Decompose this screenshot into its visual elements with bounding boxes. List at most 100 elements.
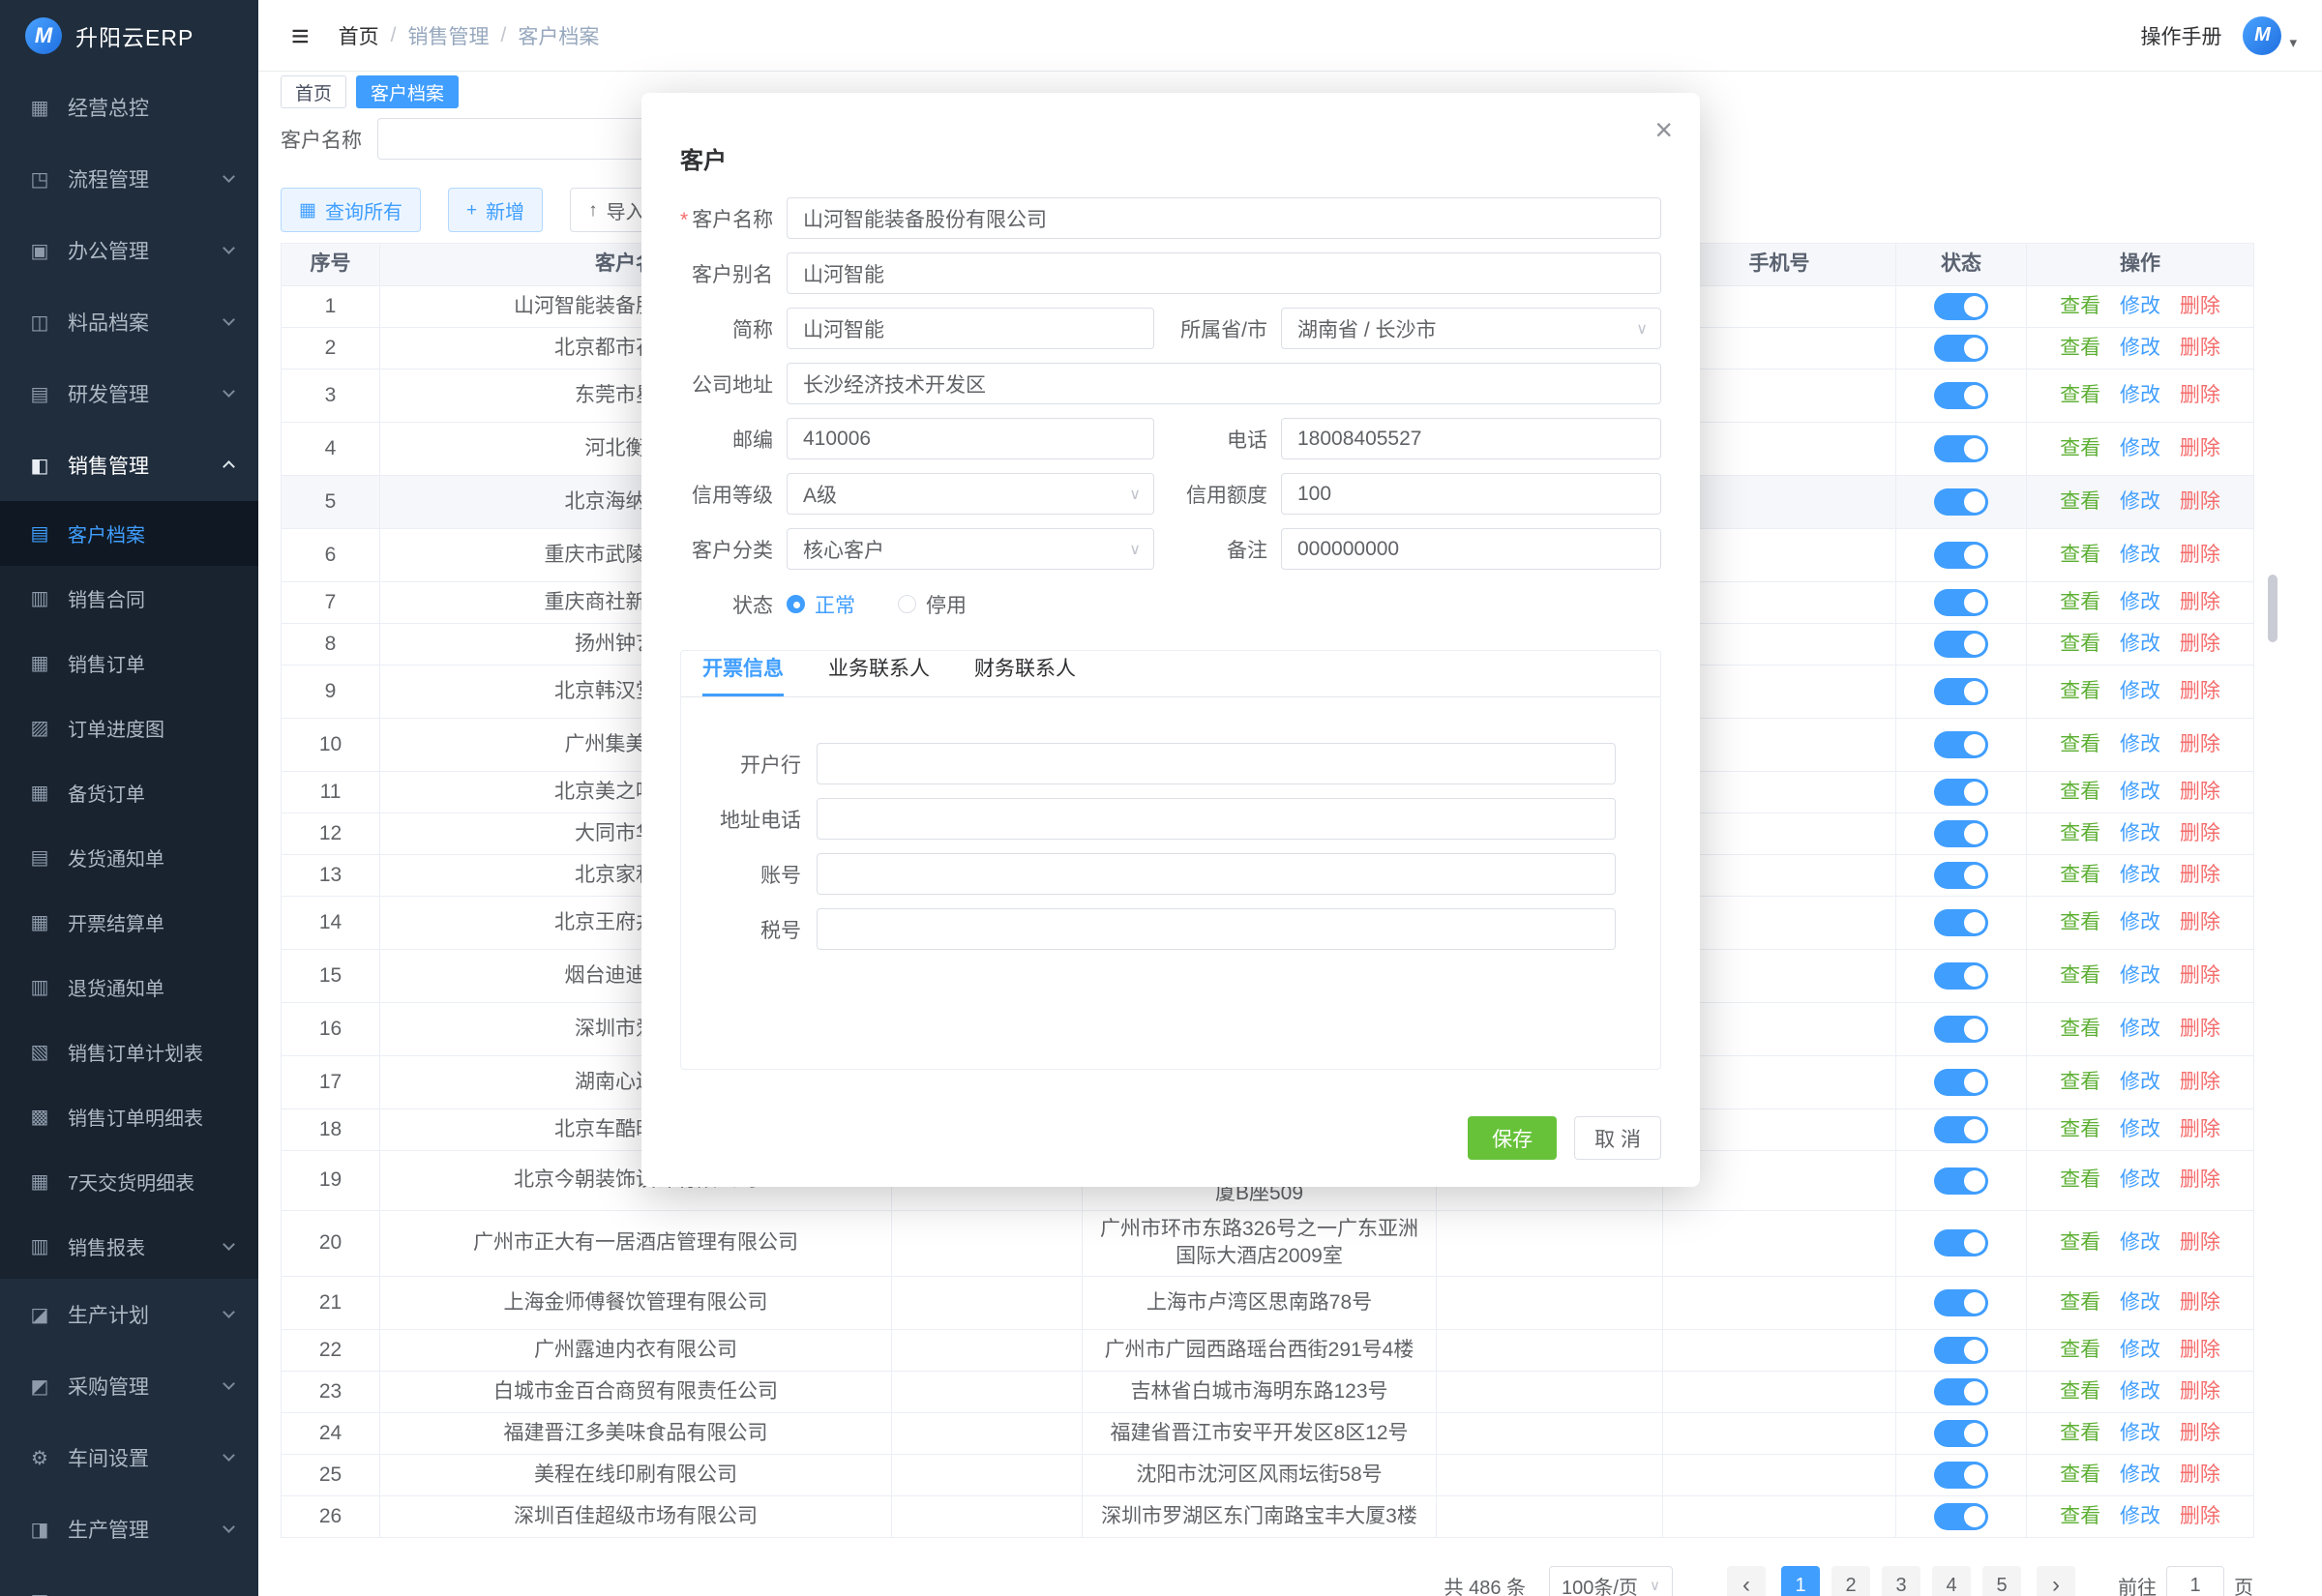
status-toggle[interactable] (1934, 962, 1988, 990)
view-link[interactable]: 查看 (2060, 337, 2100, 359)
manual-link[interactable]: 操作手册 (2140, 21, 2221, 50)
sidebar-item[interactable]: ▦ 经营总控 (0, 72, 258, 143)
delete-link[interactable]: 删除 (2180, 1231, 2220, 1254)
page-number-button[interactable]: 1 (1781, 1566, 1820, 1596)
view-link[interactable]: 查看 (2060, 1018, 2100, 1040)
delete-link[interactable]: 删除 (2180, 1291, 2220, 1314)
credit-level-select[interactable]: ∨ (787, 473, 1154, 515)
sidebar-item[interactable]: ▩ 销售订单明细表 (0, 1084, 258, 1149)
sidebar-item[interactable]: ▥ 销售报表 (0, 1214, 258, 1279)
invoice-field-input[interactable] (817, 743, 1616, 784)
edit-link[interactable]: 修改 (2120, 490, 2160, 513)
delete-link[interactable]: 删除 (2180, 1463, 2220, 1486)
edit-link[interactable]: 修改 (2120, 591, 2160, 613)
edit-link[interactable]: 修改 (2120, 633, 2160, 655)
status-toggle[interactable] (1934, 1378, 1988, 1405)
sidebar-item[interactable]: ▤ 客户档案 (0, 501, 258, 566)
delete-link[interactable]: 删除 (2180, 864, 2220, 886)
sidebar-item[interactable]: ▥ 退货通知单 (0, 955, 258, 1020)
edit-link[interactable]: 修改 (2120, 1018, 2160, 1040)
view-link[interactable]: 查看 (2060, 1422, 2100, 1444)
status-toggle[interactable] (1934, 631, 1988, 658)
status-toggle[interactable] (1934, 1069, 1988, 1096)
status-toggle[interactable] (1934, 909, 1988, 936)
delete-link[interactable]: 删除 (2180, 490, 2220, 513)
edit-link[interactable]: 修改 (2120, 1168, 2160, 1191)
edit-link[interactable]: 修改 (2120, 733, 2160, 755)
short-name-input[interactable] (787, 308, 1154, 349)
delete-link[interactable]: 删除 (2180, 633, 2220, 655)
sidebar-item[interactable]: ▥ 销售合同 (0, 566, 258, 631)
edit-link[interactable]: 修改 (2120, 1422, 2160, 1444)
category-select[interactable]: ∨ (787, 528, 1154, 570)
status-toggle[interactable] (1934, 1289, 1988, 1316)
hamburger-icon[interactable]: ≡ (258, 20, 310, 51)
sidebar-item[interactable]: ◧ (0, 1565, 258, 1596)
delete-link[interactable]: 删除 (2180, 337, 2220, 359)
view-link[interactable]: 查看 (2060, 295, 2100, 317)
view-link[interactable]: 查看 (2060, 822, 2100, 844)
invoice-field-input[interactable] (817, 798, 1616, 840)
sidebar-item[interactable]: ◳ 流程管理 (0, 143, 258, 215)
view-link[interactable]: 查看 (2060, 1339, 2100, 1361)
edit-link[interactable]: 修改 (2120, 864, 2160, 886)
credit-level-select-input[interactable] (787, 473, 1154, 515)
delete-link[interactable]: 删除 (2180, 384, 2220, 406)
view-link[interactable]: 查看 (2060, 591, 2100, 613)
prev-page-button[interactable]: ‹ (1727, 1566, 1766, 1596)
dialog-tab[interactable]: 财务联系人 (974, 653, 1076, 696)
vertical-scrollbar-thumb[interactable] (2268, 575, 2277, 642)
edit-link[interactable]: 修改 (2120, 1291, 2160, 1314)
sidebar-item[interactable]: ◧ 销售管理 (0, 429, 258, 501)
sidebar-item[interactable]: ⚙ 车间设置 (0, 1422, 258, 1493)
status-radio-disabled[interactable]: 停用 (898, 590, 967, 619)
sidebar-item[interactable]: ▨ 订单进度图 (0, 695, 258, 760)
edit-link[interactable]: 修改 (2120, 964, 2160, 987)
breadcrumb-home[interactable]: 首页 (339, 21, 379, 50)
view-link[interactable]: 查看 (2060, 633, 2100, 655)
edit-link[interactable]: 修改 (2120, 384, 2160, 406)
user-avatar[interactable]: M (2243, 16, 2281, 55)
status-toggle[interactable] (1934, 335, 1988, 362)
dialog-tab[interactable]: 业务联系人 (828, 653, 930, 696)
edit-link[interactable]: 修改 (2120, 1071, 2160, 1093)
view-link[interactable]: 查看 (2060, 733, 2100, 755)
status-toggle[interactable] (1934, 1337, 1988, 1364)
province-select[interactable]: ∨ (1281, 308, 1661, 349)
view-link[interactable]: 查看 (2060, 1118, 2100, 1140)
status-toggle[interactable] (1934, 731, 1988, 758)
delete-link[interactable]: 删除 (2180, 781, 2220, 803)
status-toggle[interactable] (1934, 1420, 1988, 1447)
add-button[interactable]: + 新增 (448, 188, 543, 232)
edit-link[interactable]: 修改 (2120, 1339, 2160, 1361)
cancel-button[interactable]: 取 消 (1574, 1116, 1661, 1160)
edit-link[interactable]: 修改 (2120, 1118, 2160, 1140)
delete-link[interactable]: 删除 (2180, 1071, 2220, 1093)
status-toggle[interactable] (1934, 1229, 1988, 1256)
status-toggle[interactable] (1934, 1016, 1988, 1043)
delete-link[interactable]: 删除 (2180, 1422, 2220, 1444)
goto-page-input[interactable] (2166, 1566, 2224, 1596)
status-toggle[interactable] (1934, 488, 1988, 516)
edit-link[interactable]: 修改 (2120, 781, 2160, 803)
view-link[interactable]: 查看 (2060, 437, 2100, 459)
breadcrumb-sales[interactable]: 销售管理 (408, 21, 490, 50)
view-link[interactable]: 查看 (2060, 911, 2100, 933)
delete-link[interactable]: 删除 (2180, 295, 2220, 317)
delete-link[interactable]: 删除 (2180, 1339, 2220, 1361)
view-link[interactable]: 查看 (2060, 1380, 2100, 1403)
view-link[interactable]: 查看 (2060, 864, 2100, 886)
view-link[interactable]: 查看 (2060, 384, 2100, 406)
sidebar-item[interactable]: ◫ 料品档案 (0, 286, 258, 358)
sidebar-item[interactable]: ▤ 发货通知单 (0, 825, 258, 890)
delete-link[interactable]: 删除 (2180, 544, 2220, 566)
company-address-input[interactable] (787, 363, 1661, 404)
view-link[interactable]: 查看 (2060, 781, 2100, 803)
edit-link[interactable]: 修改 (2120, 1463, 2160, 1486)
sidebar-item[interactable]: ▧ 销售订单计划表 (0, 1020, 258, 1084)
customer-alias-input[interactable] (787, 252, 1661, 294)
customer-name-input[interactable] (787, 197, 1661, 239)
view-link[interactable]: 查看 (2060, 964, 2100, 987)
edit-link[interactable]: 修改 (2120, 822, 2160, 844)
view-link[interactable]: 查看 (2060, 490, 2100, 513)
